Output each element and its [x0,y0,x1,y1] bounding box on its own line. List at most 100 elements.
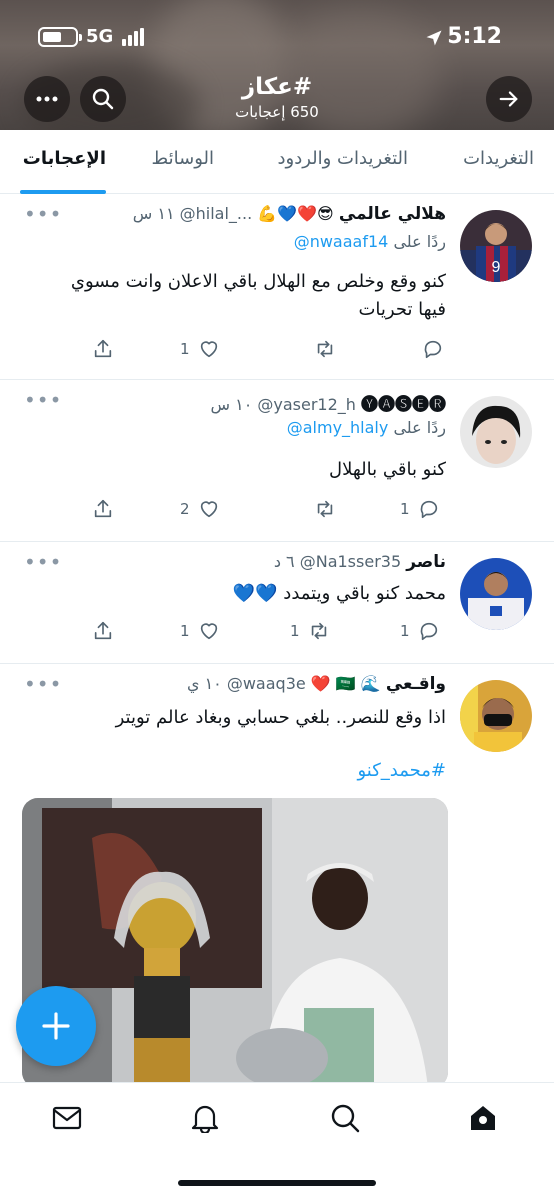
reply-count: 1 [400,622,410,640]
tweet-text-line: اذا وقع للنصر.. بلغي حسابي وبغاد عالم تو… [115,707,446,728]
compose-tweet-button[interactable] [16,986,96,1066]
tweet-header: ناصر @Na1sser35 ٦ د [20,552,446,578]
like-count: 1 [180,340,190,358]
reply-button[interactable]: 1 [400,494,440,524]
share-button[interactable] [92,494,114,524]
tweet-actions: 1 [0,334,554,364]
likes-count: 650 إعجابات [235,103,319,121]
heart-icon [200,623,217,640]
network-label: 5G [86,26,114,47]
like-button[interactable]: 2 [180,494,220,524]
reply-mention[interactable]: @almy_hlaly [287,418,389,437]
tweet-header: هلالي عالمي 😎❤️💙💪 @hilal_... ١١ س [20,204,446,230]
like-button[interactable]: 1 [180,616,220,646]
display-name[interactable]: ناصر [406,552,446,572]
profile-tabs: التغريدات التغريدات والردود الوسائط الإع… [0,130,554,194]
avatar[interactable] [460,396,532,468]
location-arrow-icon [426,30,442,46]
like-button[interactable]: 1 [180,334,220,364]
like-count: 2 [180,500,190,518]
home-indicator [178,1180,376,1186]
tweet-actions: 1 1 1 [0,616,554,646]
reply-count: 1 [400,500,410,518]
retweet-button[interactable] [314,494,336,524]
tweet-actions: 2 1 [0,494,554,524]
plus-icon [42,1012,70,1040]
reply-prefix: ردًا على [393,418,446,437]
reply-button[interactable] [422,334,444,364]
tweet-more-icon[interactable]: ••• [24,550,62,574]
tab-likes[interactable]: الإعجابات [23,148,106,169]
user-handle[interactable]: @yaser12_h [257,395,356,414]
tweet-text-line: كنو وقع وخلص مع الهلال باقي الاعلان وانت… [70,271,446,292]
share-icon [94,339,112,358]
share-button[interactable] [92,616,114,646]
tweet-text: محمد كنو باقي ويتمدد 💙💙 [20,580,446,608]
heart-icon [200,341,217,358]
tweet[interactable]: ناصر @Na1sser35 ٦ د ••• محمد كنو باقي وي… [0,542,554,664]
nav-notifications[interactable] [188,1101,222,1135]
more-options-button[interactable] [24,76,70,122]
user-handle[interactable]: @hilal_... [180,204,253,223]
back-button[interactable] [486,76,532,122]
display-name[interactable]: واقـعي [386,674,446,694]
avatar[interactable] [460,680,532,752]
tweet-text: اذا وقع للنصر.. بلغي حسابي وبغاد عالم تو… [20,704,446,732]
tab-media[interactable]: الوسائط [152,148,214,169]
reply-button[interactable]: 1 [400,616,440,646]
nav-home[interactable] [466,1101,500,1135]
search-button[interactable] [80,76,126,122]
reply-mention[interactable]: @nwaaaf14 [294,232,389,251]
tweet-text: كنو وقع وخلص مع الهلال باقي الاعلان وانت… [20,268,446,324]
reply-icon [420,622,437,641]
display-name[interactable]: 🅨🅐🅢🅔🅡 [361,395,446,415]
tweet[interactable]: 🅨🅐🅢🅔🅡 @yaser12_h ١٠ س ••• ردًا على @almy… [0,380,554,542]
tweet-text: كنو باقي بالهلال [20,456,446,484]
tab-tweets[interactable]: التغريدات [463,148,534,169]
tweet-time: ١١ س [132,204,175,223]
signal-icon [122,28,150,46]
mail-icon [52,1106,82,1130]
reply-icon [420,500,437,519]
display-name[interactable]: هلالي عالمي [339,204,446,224]
tweet-text-line: كنو باقي بالهلال [329,459,446,480]
like-count: 1 [180,622,190,640]
user-handle[interactable]: @Na1sser35 [300,552,401,571]
tweet[interactable]: 9 هلالي عالمي 😎❤️💙💪 @hilal_... ١١ س ••• … [0,194,554,380]
status-time: 5:12 [447,24,502,49]
tweet-more-icon[interactable]: ••• [24,672,62,696]
hashtag-link[interactable]: #محمد_كنو [358,760,447,781]
name-emojis: 🌊 🇸🇦 ❤️ [310,674,381,693]
share-icon [94,621,112,640]
tweet-time: ١٠ س [210,395,253,414]
retweet-button[interactable] [314,334,336,364]
avatar[interactable]: 9 [460,210,532,282]
reply-prefix: ردًا على [393,232,446,251]
home-icon [471,1106,495,1130]
tweet-more-icon[interactable]: ••• [24,202,62,226]
nav-messages[interactable] [50,1101,84,1135]
retweet-button[interactable]: 1 [290,616,330,646]
tab-tweets-and-replies[interactable]: التغريدات والردود [278,148,409,169]
retweet-icon [317,340,333,358]
tweet-time: ١٠ ي [186,674,222,693]
heart-icon [200,501,217,518]
tweet-time: ٦ د [273,552,295,571]
battery-icon [38,27,82,47]
tweet-more-icon[interactable]: ••• [24,388,62,412]
tweet-text-line: محمد كنو باقي ويتمدد 💙💙 [232,583,446,604]
retweet-icon [317,500,333,518]
name-emojis: 😎❤️💙💪 [257,204,334,223]
share-button[interactable] [92,334,114,364]
more-icon [36,96,58,102]
reply-icon [424,340,442,359]
nav-search[interactable] [328,1101,362,1135]
svg-text:9: 9 [492,259,501,276]
retweet-count: 1 [290,622,300,640]
reply-context: ردًا على @almy_hlaly [287,418,446,437]
user-handle[interactable]: @waaq3e [227,674,306,693]
arrow-right-icon [499,91,518,107]
tweet-header: 🅨🅐🅢🅔🅡 @yaser12_h ١٠ س [20,390,446,416]
tweet-text-line: فيها تحريات [358,299,446,320]
reply-context: ردًا على @nwaaaf14 [294,232,446,251]
